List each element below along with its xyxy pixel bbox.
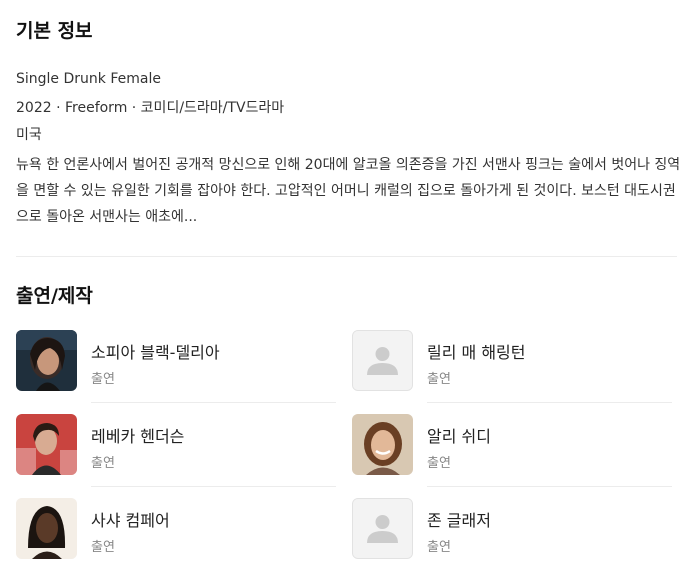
cast-member-ally-sheedy[interactable]: 알리 쉬디 출연: [352, 414, 672, 478]
cast-member-lily-mae-harrington[interactable]: 릴리 매 해링턴 출연: [352, 330, 672, 394]
section-divider: [16, 256, 677, 257]
cast-member-rebecca-henderson[interactable]: 레베카 헨더슨 출연: [16, 414, 336, 478]
row-divider: [427, 486, 672, 487]
cast-role: 출연: [427, 456, 451, 471]
basic-info-heading: 기본 정보: [16, 20, 93, 42]
actor-photo: [16, 330, 77, 391]
cast-role: 출연: [91, 372, 115, 387]
country: 미국: [16, 127, 42, 143]
actor-photo: [16, 414, 77, 475]
meta-info: 2022 · Freeform · 코미디/드라마/TV드라마: [16, 100, 285, 116]
person-placeholder-icon: [352, 498, 413, 559]
actor-photo: [352, 414, 413, 475]
original-title: Single Drunk Female: [16, 71, 161, 87]
cast-name: 레베카 헨더슨: [91, 427, 185, 446]
person-placeholder-icon: [352, 330, 413, 391]
cast-member-jon-glaser[interactable]: 존 글래저 출연: [352, 498, 672, 562]
cast-name: 존 글래저: [427, 511, 491, 530]
cast-member-sofia-black-delia[interactable]: 소피아 블랙-델리아 출연: [16, 330, 336, 394]
row-divider: [91, 402, 336, 403]
cast-member-sasha-compere[interactable]: 사샤 컴페어 출연: [16, 498, 336, 562]
cast-name: 알리 쉬디: [427, 427, 491, 446]
row-divider: [91, 486, 336, 487]
cast-name: 사샤 컴페어: [91, 511, 170, 530]
cast-role: 출연: [91, 456, 115, 471]
row-divider: [427, 402, 672, 403]
actor-photo: [16, 498, 77, 559]
cast-name: 소피아 블랙-델리아: [91, 343, 220, 362]
cast-role: 출연: [427, 540, 451, 555]
cast-heading: 출연/제작: [16, 285, 93, 307]
synopsis: 뉴욕 한 언론사에서 벌어진 공개적 망신으로 인해 20대에 알코올 의존증을…: [16, 157, 681, 225]
cast-name: 릴리 매 해링턴: [427, 343, 526, 362]
cast-role: 출연: [427, 372, 451, 387]
cast-role: 출연: [91, 540, 115, 555]
